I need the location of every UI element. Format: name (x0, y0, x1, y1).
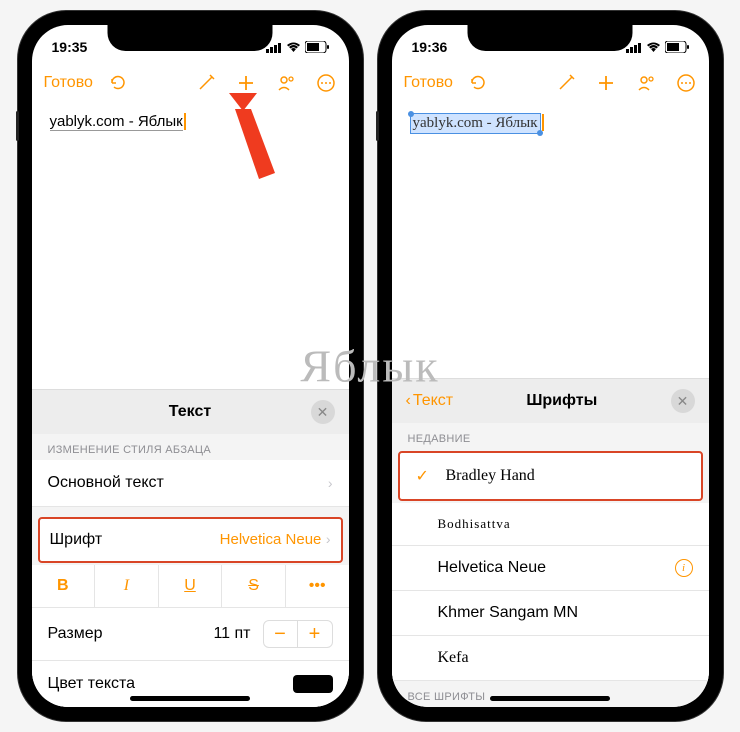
fonts-panel: ‹Текст Шрифты ✕ НЕДАВНИЕ ✓ Bradley Hand (392, 378, 709, 707)
selection-handle-right[interactable] (537, 130, 543, 136)
font-item-bradley-hand[interactable]: ✓ Bradley Hand (398, 451, 703, 501)
chevron-right-icon: › (326, 531, 331, 547)
bold-button[interactable]: B (32, 565, 96, 607)
font-name: Helvetica Neue (438, 559, 547, 577)
collab-icon[interactable] (635, 72, 657, 94)
stepper-minus[interactable]: − (264, 621, 298, 647)
brush-icon[interactable] (195, 72, 217, 94)
wifi-icon (286, 42, 301, 53)
document-content[interactable]: yablyk.com - Яблык (32, 105, 349, 139)
font-value: Helvetica Neue (220, 531, 322, 548)
stepper-plus[interactable]: + (298, 621, 332, 647)
panel-title: Шрифты (453, 392, 670, 410)
text-style-buttons: B I U S ••• (32, 565, 349, 608)
font-name: Bodhisattva (438, 516, 511, 532)
brush-icon[interactable] (555, 72, 577, 94)
font-label: Шрифт (50, 531, 103, 549)
toolbar: Готово (392, 61, 709, 105)
checkmark-icon: ✓ (416, 466, 436, 486)
info-icon[interactable]: i (675, 559, 693, 577)
font-row[interactable]: Шрифт Helvetica Neue › (38, 517, 343, 563)
text-color-label: Цвет текста (48, 675, 136, 693)
paragraph-style-value: Основной текст (48, 474, 164, 492)
chevron-left-icon: ‹ (406, 392, 411, 410)
size-value: 11 пт (213, 625, 250, 643)
battery-icon (305, 41, 329, 53)
close-icon[interactable]: ✕ (671, 389, 695, 413)
panel-title: Текст (70, 403, 311, 421)
back-button[interactable]: ‹Текст (406, 392, 454, 410)
undo-icon[interactable] (467, 72, 489, 94)
document-content[interactable]: yablyk.com - Яблык (392, 105, 709, 142)
more-icon[interactable] (675, 72, 697, 94)
plus-icon[interactable] (595, 72, 617, 94)
toolbar: Готово (32, 61, 349, 105)
phone-right: 19:36 Готово (378, 11, 723, 721)
battery-icon (665, 41, 689, 53)
phone-left: 19:35 Готово (18, 11, 363, 721)
close-icon[interactable]: ✕ (311, 400, 335, 424)
font-item[interactable]: Bodhisattva (392, 503, 709, 546)
more-icon[interactable] (315, 72, 337, 94)
note-text-selected[interactable]: yablyk.com - Яблык (410, 113, 541, 134)
section-recent-label: НЕДАВНИЕ (392, 423, 709, 449)
section-all-label: ВСЕ ШРИФТЫ (392, 681, 709, 707)
home-indicator (130, 696, 250, 701)
collab-icon[interactable] (275, 72, 297, 94)
text-cursor (542, 114, 544, 131)
size-stepper[interactable]: − + (263, 620, 333, 648)
more-styles-button[interactable]: ••• (286, 565, 349, 607)
home-indicator (490, 696, 610, 701)
done-button[interactable]: Готово (44, 74, 93, 92)
notch (468, 25, 633, 51)
font-name: Khmer Sangam MN (438, 604, 579, 622)
size-row: Размер 11 пт − + (32, 608, 349, 661)
color-swatch (293, 675, 333, 693)
italic-button[interactable]: I (95, 565, 159, 607)
size-label: Размер (48, 625, 103, 643)
font-name: Bradley Hand (446, 467, 535, 485)
wifi-icon (646, 42, 661, 53)
plus-icon[interactable] (235, 72, 257, 94)
font-item[interactable]: Khmer Sangam MN (392, 591, 709, 636)
text-cursor (184, 113, 186, 130)
underline-button[interactable]: U (159, 565, 223, 607)
undo-icon[interactable] (107, 72, 129, 94)
paragraph-style-row[interactable]: Основной текст › (32, 460, 349, 507)
selection-handle-left[interactable] (408, 111, 414, 117)
font-item[interactable]: Kefa (392, 636, 709, 681)
note-text[interactable]: yablyk.com - Яблык (50, 113, 183, 131)
font-item-helvetica[interactable]: Helvetica Neue i (392, 546, 709, 591)
notch (108, 25, 273, 51)
done-button[interactable]: Готово (404, 74, 453, 92)
chevron-right-icon: › (328, 475, 333, 491)
strikethrough-button[interactable]: S (222, 565, 286, 607)
status-time: 19:35 (52, 39, 88, 55)
font-name: Kefa (438, 649, 469, 667)
text-panel: Текст ✕ ИЗМЕНЕНИЕ СТИЛЯ АБЗАЦА Основной … (32, 389, 349, 707)
section-label: ИЗМЕНЕНИЕ СТИЛЯ АБЗАЦА (32, 434, 349, 460)
status-time: 19:36 (412, 39, 448, 55)
